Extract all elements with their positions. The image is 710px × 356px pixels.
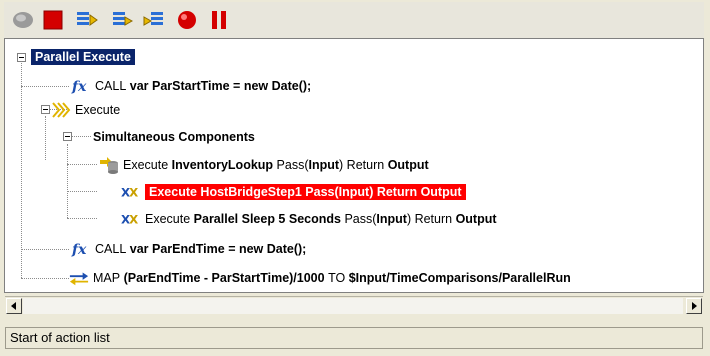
database-icon: [99, 156, 119, 174]
step-into-icon: [77, 12, 98, 26]
scroll-right-button[interactable]: [686, 298, 702, 314]
tree-node-sleep[interactable]: X X Execute Parallel Sleep 5 Seconds Pas…: [121, 209, 497, 229]
tree-node-root[interactable]: Parallel Execute: [31, 47, 135, 67]
app-window: Parallel Execute fx CALL var ParStartTim…: [0, 0, 710, 356]
function-icon: fx: [71, 77, 91, 95]
tree-node-simultaneous[interactable]: Simultaneous Components: [93, 127, 255, 147]
tree-node-inventory[interactable]: Execute InventoryLookup Pass(Input) Retu…: [99, 155, 429, 175]
step-over-icon: [113, 12, 133, 26]
tree-connector: [21, 86, 69, 87]
tree-connector: [67, 164, 97, 165]
record-gray-icon: [13, 12, 33, 28]
node-label: Execute HostBridgeStep1 Pass(Input) Retu…: [145, 184, 466, 200]
step-out-button[interactable]: [142, 7, 168, 33]
tree-connector: [21, 59, 22, 278]
tree-node-map[interactable]: MAP (ParEndTime - ParStartTime)/1000 TO …: [69, 268, 571, 288]
status-text: Start of action list: [10, 330, 110, 345]
function-icon: fx: [71, 240, 91, 258]
stop-button[interactable]: [40, 7, 66, 33]
svg-text:fx: fx: [71, 242, 87, 257]
node-label: Parallel Execute: [31, 49, 135, 65]
tree-node-hostbridge[interactable]: X X Execute HostBridgeStep1 Pass(Input) …: [121, 182, 466, 202]
stop-icon: [43, 10, 63, 30]
breakpoint-button[interactable]: [174, 7, 200, 33]
step-into-button[interactable]: [74, 7, 100, 33]
step-over-button[interactable]: [108, 7, 134, 33]
parallel-execute-icon: [51, 101, 71, 119]
pause-button[interactable]: [206, 7, 232, 33]
svg-text:fx: fx: [71, 79, 87, 94]
component-icon: X X: [121, 210, 141, 228]
component-icon: X X: [121, 183, 141, 201]
tree-connector: [71, 136, 91, 137]
horizontal-scrollbar[interactable]: [5, 296, 703, 315]
collapse-toggle[interactable]: [63, 132, 72, 141]
arrow-left-icon: [11, 302, 16, 310]
collapse-toggle[interactable]: [41, 105, 50, 114]
tree-connector: [67, 144, 68, 218]
svg-text:X: X: [129, 186, 138, 200]
tree-connector: [21, 278, 69, 279]
toolbar: [4, 2, 704, 39]
action-tree[interactable]: Parallel Execute fx CALL var ParStartTim…: [4, 38, 704, 293]
pause-icon: [212, 11, 226, 29]
map-arrows-icon: [69, 269, 89, 287]
tree-connector: [45, 116, 46, 160]
arrow-right-icon: [692, 302, 697, 310]
step-out-icon: [143, 12, 163, 26]
breakpoint-icon: [178, 11, 196, 29]
tree-connector: [21, 249, 69, 250]
scroll-thumb[interactable]: [23, 298, 683, 314]
tree-connector: [67, 191, 97, 192]
scroll-left-button[interactable]: [6, 298, 22, 314]
record-gray-button[interactable]: [10, 7, 36, 33]
tree-node-call[interactable]: fx CALL var ParEndTime = new Date();: [71, 239, 306, 259]
tree-node-execute[interactable]: Execute: [51, 100, 120, 120]
tree-connector: [67, 218, 97, 219]
collapse-toggle[interactable]: [17, 53, 26, 62]
svg-text:X: X: [129, 213, 138, 227]
tree-node-call[interactable]: fx CALL var ParStartTime = new Date();: [71, 76, 311, 96]
status-bar: Start of action list: [5, 327, 703, 349]
